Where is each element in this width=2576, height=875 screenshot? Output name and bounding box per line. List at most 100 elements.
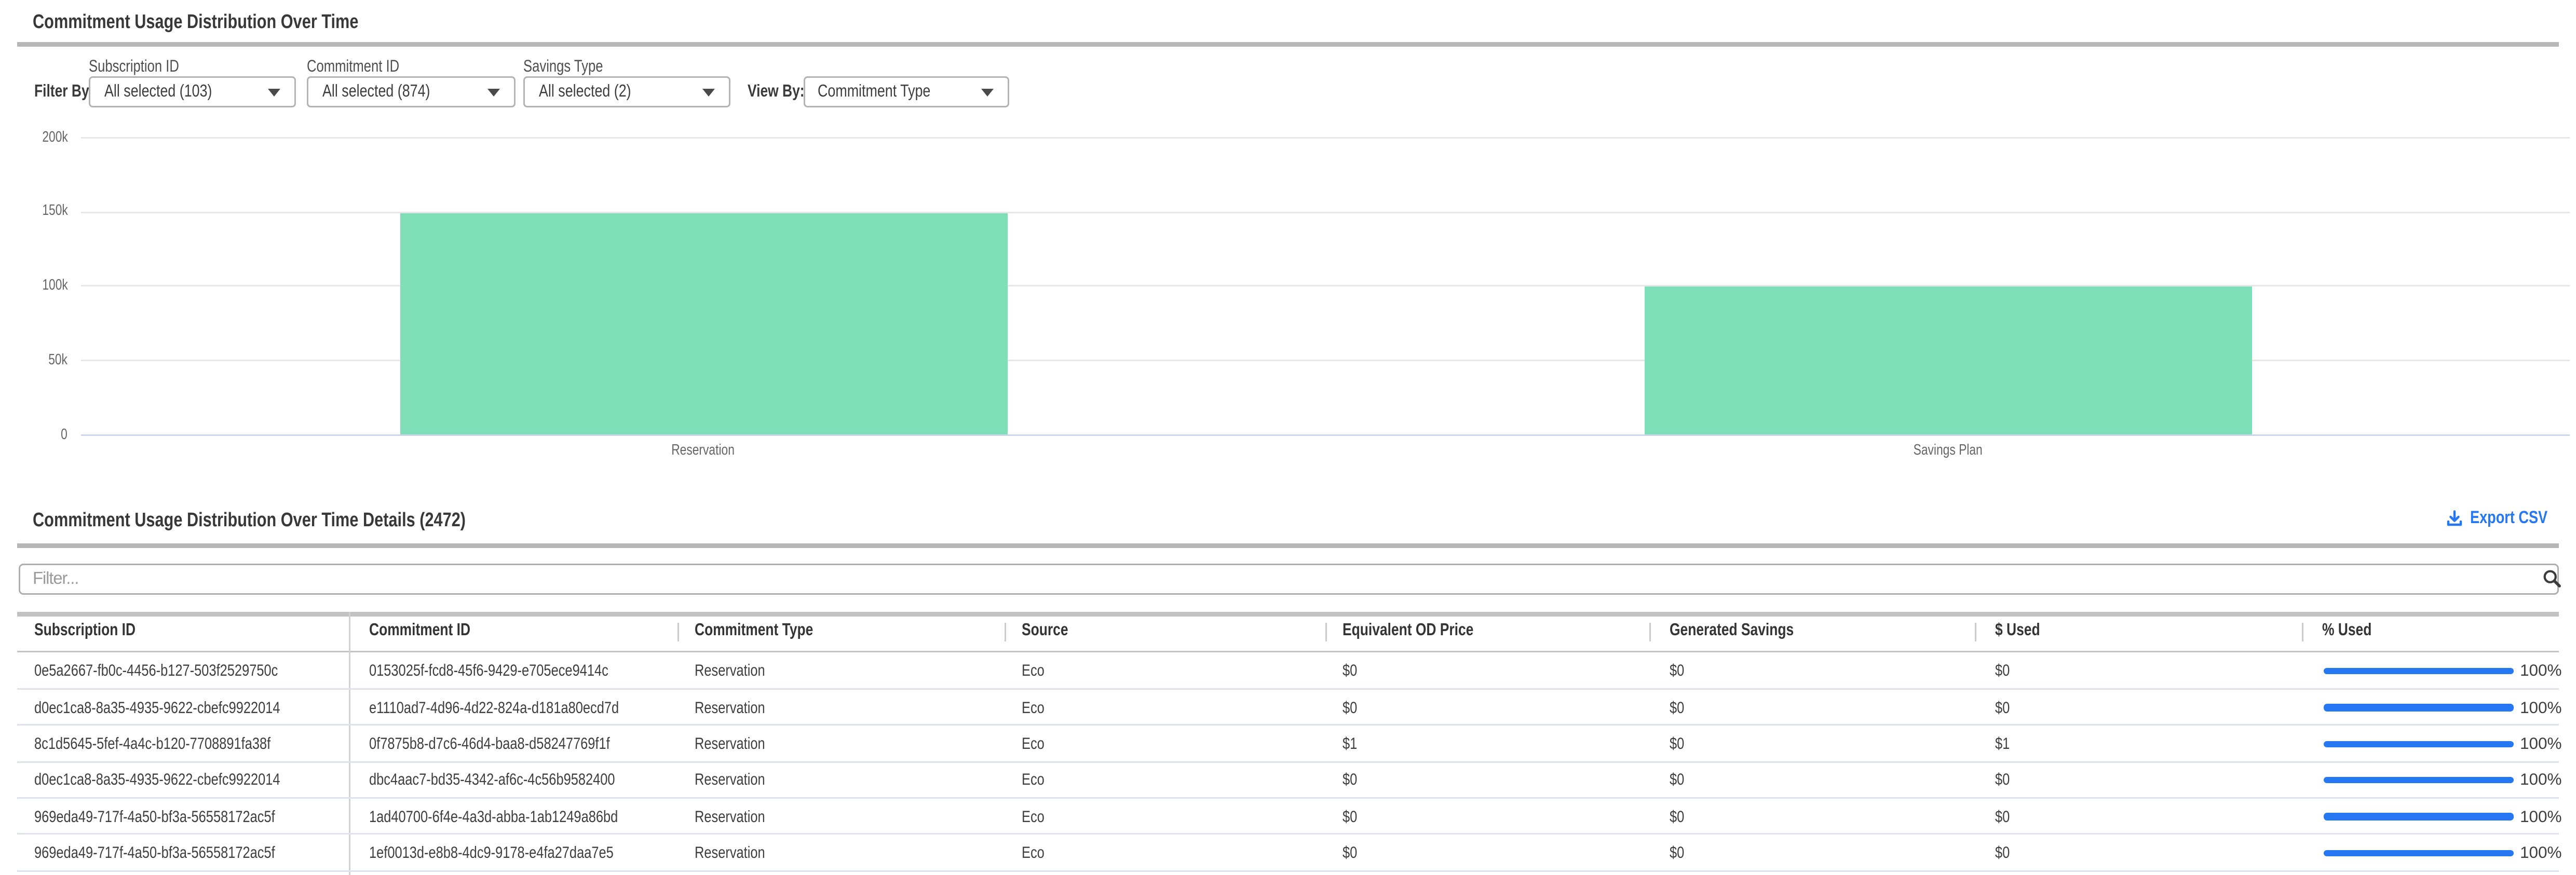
percent-used-label: 100%: [2520, 799, 2562, 835]
search-icon[interactable]: [2542, 568, 2562, 589]
cell-generated-savings: $0: [1670, 835, 1688, 871]
view-by-dropdown[interactable]: Commitment Type: [803, 76, 1010, 108]
cell-equivalent-od-price: $0: [1343, 835, 1361, 871]
download-icon: [2445, 509, 2464, 528]
cell-generated-savings: $0: [1670, 762, 1688, 799]
y-axis-tick-label: 100k: [0, 278, 68, 295]
chevron-down-icon: [268, 88, 280, 96]
header-separator: [1975, 622, 1977, 642]
table-header-bottom-border: [17, 650, 2559, 653]
cell-commitment-id: 0f7875b8-d7c6-46d4-baa8-d58247769f1f: [369, 726, 670, 762]
cell-commitment-id: 0153025f-fcd8-45f6-9429-e705ece9414c: [369, 653, 668, 690]
percent-used-bar: [2323, 813, 2513, 820]
x-axis-category-label: Savings Plan: [1823, 442, 2072, 459]
x-axis-category-label: Reservation: [579, 442, 828, 459]
commitment-usage-page: Commitment Usage Distribution Over Time …: [0, 0, 2576, 875]
section-divider: [17, 43, 2559, 46]
column-header-commitment-type[interactable]: Commitment Type: [695, 621, 843, 641]
cell-commitment-type: Reservation: [695, 835, 783, 871]
commitment-usage-bar-chart: 0 50k 100k 150k 200k Reservation Savings Plan: [0, 125, 2576, 483]
cell-generated-savings: $0: [1670, 726, 1688, 762]
table-filter-input[interactable]: [18, 563, 2558, 595]
column-header-commitment-id[interactable]: Commitment ID: [369, 621, 496, 641]
cell-subscription-id: 0e5a2667-fb0c-4456-b127-503f2529750c: [34, 653, 339, 690]
export-csv-button[interactable]: Export CSV: [2445, 509, 2567, 528]
percent-used-label: 100%: [2520, 762, 2562, 799]
cell-source: Eco: [1022, 799, 1050, 835]
header-separator: [1649, 622, 1651, 642]
table-row[interactable]: d0ec1ca8-8a35-4935-9622-cbefc9922014 dbc4…: [0, 762, 2576, 799]
header-separator: [677, 622, 679, 642]
cell-dollar-used: $0: [1995, 835, 2013, 871]
column-header-dollar-used[interactable]: $ Used: [1995, 621, 2051, 641]
percent-used-bar: [2323, 668, 2513, 675]
percent-used-bar: [2323, 704, 2513, 711]
cell-dollar-used: $0: [1995, 799, 2013, 835]
header-separator: [2302, 622, 2304, 642]
y-axis-tick-label: 150k: [0, 203, 68, 220]
x-axis-line: [82, 435, 2570, 436]
header-separator: [1005, 622, 1007, 642]
column-header-equivalent-od-price[interactable]: Equivalent OD Price: [1343, 621, 1506, 641]
percent-used-bar: [2323, 850, 2513, 856]
savings-type-dropdown[interactable]: All selected (2): [524, 76, 730, 108]
header-separator: [1325, 622, 1327, 642]
cell-dollar-used: $0: [1995, 762, 2013, 799]
details-divider: [17, 544, 2559, 548]
cell-subscription-id: 969eda49-717f-4a50-bf3a-56558172ac5f: [34, 799, 335, 835]
table-row[interactable]: d0ec1ca8-8a35-4935-9622-cbefc9922014 e111…: [0, 690, 2576, 726]
chevron-down-icon: [702, 88, 715, 96]
column-header-percent-used[interactable]: % Used: [2322, 621, 2384, 641]
cell-source: Eco: [1022, 653, 1050, 690]
column-header-generated-savings[interactable]: Generated Savings: [1670, 621, 1825, 641]
cell-subscription-id: 8c1d5645-5fef-4a4c-b120-7708891fa38f: [34, 726, 330, 762]
gridline: [82, 136, 2570, 138]
y-axis-tick-label: 0: [0, 427, 68, 444]
page-title: Commitment Usage Distribution Over Time: [33, 9, 440, 33]
chart-bar-savings-plan[interactable]: [1644, 286, 2252, 435]
percent-used-label: 100%: [2520, 726, 2562, 762]
cell-source: Eco: [1022, 690, 1050, 726]
cell-subscription-id: d0ec1ca8-8a35-4935-9622-cbefc9922014: [34, 762, 342, 799]
cell-generated-savings: $0: [1670, 690, 1688, 726]
cell-commitment-id: 1ad40700-6f4e-4a3d-abba-1ab1249a86bd: [369, 799, 680, 835]
cell-commitment-type: Reservation: [695, 726, 783, 762]
cell-commitment-type: Reservation: [695, 799, 783, 835]
percent-used-label: 100%: [2520, 653, 2562, 690]
chart-bar-reservation[interactable]: [400, 214, 1007, 434]
column-header-source[interactable]: Source: [1022, 621, 1080, 641]
cell-equivalent-od-price: $0: [1343, 799, 1361, 835]
table-row[interactable]: 969eda49-717f-4a50-bf3a-56558172ac5f 1ad4…: [0, 799, 2576, 835]
percent-used-bar: [2323, 777, 2513, 784]
cell-subscription-id: d0ec1ca8-8a35-4935-9622-cbefc9922014: [34, 690, 342, 726]
subscription-id-label: Subscription ID: [89, 57, 201, 76]
cell-equivalent-od-price: $1: [1343, 726, 1361, 762]
cell-commitment-type: Reservation: [695, 653, 783, 690]
cell-commitment-id: e1110ad7-4d96-4d22-824a-d181a80ecd7d: [369, 690, 681, 726]
cell-equivalent-od-price: $0: [1343, 653, 1361, 690]
table-row[interactable]: 969eda49-717f-4a50-bf3a-56558172ac5f 1ef0…: [0, 835, 2576, 871]
cell-generated-savings: $0: [1670, 653, 1688, 690]
y-axis-tick-label: 50k: [0, 352, 68, 369]
commitment-id-dropdown[interactable]: All selected (874): [307, 76, 516, 108]
y-axis-tick-label: 200k: [0, 129, 68, 146]
table-row[interactable]: 0e5a2667-fb0c-4456-b127-503f2529750c 0153…: [0, 653, 2576, 690]
percent-used-label: 100%: [2520, 690, 2562, 726]
cell-equivalent-od-price: $0: [1343, 690, 1361, 726]
gridline: [82, 211, 2570, 213]
table-row[interactable]: 8c1d5645-5fef-4a4c-b120-7708891fa38f 0f78…: [0, 726, 2576, 762]
cell-source: Eco: [1022, 762, 1050, 799]
cell-source: Eco: [1022, 835, 1050, 871]
subscription-id-dropdown[interactable]: All selected (103): [89, 76, 296, 108]
cell-commitment-id: 1ef0013d-e8b8-4dc9-9178-e4fa27daa7e5: [369, 835, 674, 871]
cell-commitment-id: dbc4aac7-bd35-4342-af6c-4c56b9582400: [369, 762, 676, 799]
cell-commitment-type: Reservation: [695, 690, 783, 726]
cell-source: Eco: [1022, 726, 1050, 762]
cell-equivalent-od-price: $0: [1343, 762, 1361, 799]
column-header-subscription-id[interactable]: Subscription ID: [34, 621, 161, 641]
export-csv-link-wrap: Export CSV: [2445, 508, 2567, 536]
cell-generated-savings: $0: [1670, 799, 1688, 835]
cell-subscription-id: 969eda49-717f-4a50-bf3a-56558172ac5f: [34, 835, 335, 871]
cell-dollar-used: $0: [1995, 690, 2013, 726]
percent-used-bar: [2323, 741, 2513, 747]
